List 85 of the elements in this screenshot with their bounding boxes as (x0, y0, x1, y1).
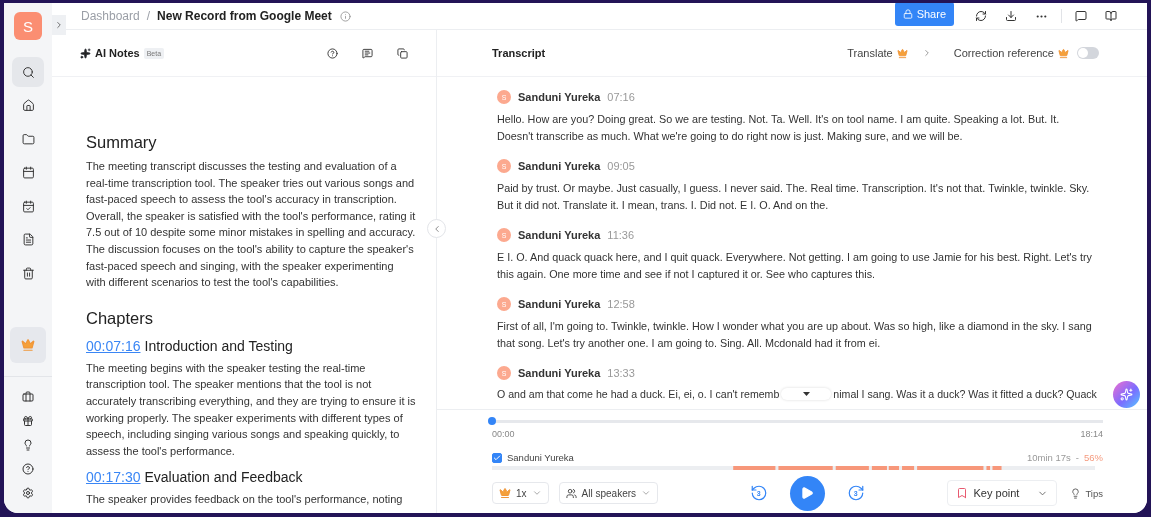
user-avatar[interactable]: S (14, 12, 42, 40)
tips-button[interactable]: Tips (1070, 487, 1103, 499)
play-button[interactable] (789, 475, 825, 511)
lightbulb-icon[interactable] (22, 439, 34, 451)
folder-icon (21, 132, 35, 146)
breadcrumb-link[interactable]: Dashboard (81, 9, 140, 23)
speaker-duration: 10min 17s (1026, 452, 1071, 463)
summary-text: The meeting transcript discusses the testing and evaluation of a real-time transcription tool. The speaker tries out various songs and fast-paced speech to assess the tool's accuracy in transcription. Overall, the speaker is satisfied with the tool's performance, rating it 7.5 out of 10 despite some minor mistakes in spelling and accuracy. The discussion focuses on the tool's ability to capture the speaker's fast-paced speech and singing, with the speaker experimenting with different scenarios to test the tool's capabilities. (86, 159, 416, 291)
chevron-down-icon (641, 488, 652, 498)
current-time: 00:00 (492, 429, 515, 439)
transcript-text: First of all, I'm going to. Twinkle, twinkle. How I wonder what you are up about. Was so high, like a diamond in the sky. I sang that song. Let's try another one. I am going to. Sing. All. Mcdonald had it from ei. (497, 319, 1093, 351)
segment-time[interactable]: 07:16 (607, 91, 635, 103)
speaker-name: Sanduni Yureka (518, 367, 601, 379)
trash-icon (21, 266, 35, 280)
chapter-text: The meeting begins with the speaker testing the real-time transcription tool. The speaker mentions that the tool is not accurately transcribing everything, and they are trying to ensure it is working properly. The speaker experiments with different types of speech, including singing various songs and speaking quickly, to assess the tool's performance. (86, 360, 416, 459)
speaker-filter-dropdown[interactable]: All speakers (558, 482, 659, 504)
bookmark-icon (955, 487, 968, 499)
chevron-icon (54, 20, 64, 30)
home-icon (21, 99, 35, 112)
segment-time[interactable]: 09:05 (607, 160, 635, 172)
section-heading: Chapters (86, 308, 154, 328)
ai-assistant-button[interactable] (1113, 381, 1140, 408)
chapter-title: Introduction and Testing (144, 337, 293, 354)
speaker-name: Sanduni Yureka (518, 298, 601, 310)
speed-dropdown[interactable]: 1x (492, 482, 549, 504)
feedback-icon[interactable] (362, 47, 373, 59)
translate-button[interactable]: Translate (847, 47, 893, 59)
caret-icon (802, 392, 810, 396)
chevron-down-icon (531, 488, 542, 498)
briefcase-icon[interactable] (22, 391, 34, 403)
speaker-name: Sanduni Yureka (507, 452, 574, 463)
download-icon[interactable] (1005, 10, 1017, 22)
document-icon (21, 233, 35, 246)
key-point-dropdown[interactable]: Key point (946, 480, 1058, 506)
transcript-text: E I. O. And quack quack here, and I quit quack. Everywhere. Not getting. I am going to use Jamie for his best. Right. Let's try this again. One more time and see if not I captured it or. See who captures this. (497, 250, 1093, 282)
breadcrumb-separator: / (146, 9, 151, 23)
chapter-timestamp-link[interactable]: 00:17:30 (86, 469, 141, 486)
lock-icon (902, 9, 913, 19)
sparkle-icon (1120, 388, 1133, 401)
sparkle-icon (80, 47, 91, 59)
copy-icon[interactable] (397, 47, 408, 59)
expand-handle[interactable] (781, 388, 832, 400)
crown-icon (21, 338, 35, 352)
section-heading: Summary (86, 133, 158, 152)
speaker-name: Sanduni Yureka (518, 160, 601, 172)
calendar-check-icon (21, 199, 35, 213)
panel-title: Transcript (492, 47, 546, 59)
help-icon[interactable] (22, 463, 34, 475)
segment-time[interactable]: 12:58 (607, 298, 635, 310)
segment-time[interactable]: 11:36 (607, 229, 635, 241)
notebook-icon[interactable] (1105, 10, 1117, 22)
gift-icon[interactable] (22, 415, 34, 427)
refresh-search-icon[interactable] (975, 10, 987, 22)
playback-thumb[interactable] (488, 417, 496, 425)
chapter-text: The speaker provides feedback on the tool's performance, noting (86, 492, 404, 508)
correction-toggle[interactable] (1077, 47, 1099, 59)
play-icon (800, 486, 815, 500)
total-time: 18:14 (1080, 429, 1103, 439)
search-nav-button[interactable] (12, 57, 44, 87)
calendar-icon (21, 166, 35, 179)
crown-icon (896, 47, 908, 59)
transcript-text: Paid by trust. Or maybe. Just casually, I guess. I never said. The. Real time. Transcription. It's not that. Twinkle, twinkle. Sky. But it did not. Translate it. I mean, trans. I. Did not. E I. O. And on the. (497, 181, 1091, 213)
speaker-share: 56% (1084, 452, 1103, 463)
lightbulb-icon (1070, 487, 1082, 499)
correction-label: Correction reference (953, 47, 1054, 59)
transcript-text: nimal I sang. Was it a duck? Was it fitted a duck? Quack (833, 388, 1097, 400)
transcript-text: Hello. How are you? Doing great. So we are testing. Not. Ta. Well. It's on tool name. I am quite. Speaking a lot. But. It. Doesn't transcribe as much. What we're going to do right now is just. Making sure, and we will be. (497, 112, 1061, 144)
crown-icon (499, 487, 511, 499)
search-icon (21, 65, 35, 79)
comment-icon[interactable] (1075, 10, 1087, 22)
speaker-name: Sanduni Yureka (518, 229, 601, 241)
separator: - (1075, 452, 1079, 463)
chapter-timestamp-link[interactable]: 00:07:16 (86, 337, 141, 354)
speaker-name: Sanduni Yureka (518, 91, 601, 103)
record-title: New Record from Google Meet (157, 9, 332, 23)
people-icon (565, 487, 577, 499)
chapter-title: Evaluation and Feedback (144, 469, 303, 486)
speaker-checkbox[interactable] (492, 452, 502, 463)
crown-icon (1058, 47, 1069, 59)
share-button[interactable]: Share (894, 3, 954, 26)
settings-icon[interactable] (22, 487, 34, 499)
segment-time[interactable]: 13:33 (607, 367, 635, 379)
transcript-text: O and am that come he had a duck. Ei, ei, o. I can't rememb (497, 388, 780, 400)
help-icon[interactable] (327, 47, 338, 59)
panel-title: AI Notes (95, 47, 140, 59)
